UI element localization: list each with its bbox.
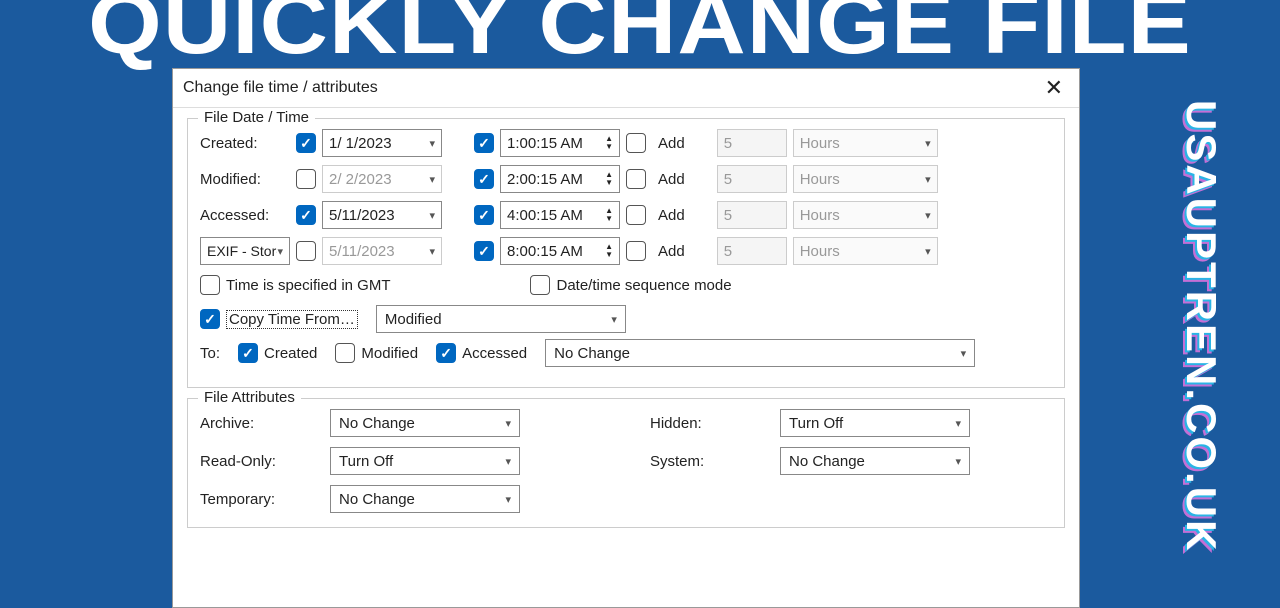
checkbox-modified-add[interactable] <box>626 169 646 189</box>
titlebar: Change file time / attributes ✕ <box>173 69 1079 108</box>
time-created[interactable]: 1:00:15 AM▲▼ <box>500 129 620 157</box>
label-add: Add <box>658 171 685 188</box>
group-label-datetime: File Date / Time <box>198 109 315 126</box>
row-flags: Time is specified in GMT Date/time seque… <box>200 275 1052 295</box>
label-to-modified: Modified <box>361 345 418 362</box>
num-accessed[interactable]: 5 <box>717 201 787 229</box>
checkbox-created-date[interactable] <box>296 133 316 153</box>
num-modified[interactable]: 5 <box>717 165 787 193</box>
checkbox-modified-time[interactable] <box>474 169 494 189</box>
checkbox-to-modified[interactable] <box>335 343 355 363</box>
row-to: To: Created Modified Accessed No Change▾ <box>200 339 1052 367</box>
date-modified[interactable]: 2/ 2/2023▾ <box>322 165 442 193</box>
exif-select[interactable]: EXIF - Stored Time▾ <box>200 237 290 265</box>
unit-exif[interactable]: Hours▾ <box>793 237 938 265</box>
chevron-down-icon: ▾ <box>925 209 931 222</box>
label-add: Add <box>658 243 685 260</box>
checkbox-to-created[interactable] <box>238 343 258 363</box>
label-temporary: Temporary: <box>200 491 330 508</box>
select-no-change[interactable]: No Change▾ <box>545 339 975 367</box>
checkbox-exif-date[interactable] <box>296 241 316 261</box>
row-modified: Modified: 2/ 2/2023▾ 2:00:15 AM▲▼ Add 5 … <box>200 165 1052 193</box>
label-add: Add <box>658 207 685 224</box>
brand-watermark: USAUPTREN.CO.UK <box>1177 100 1225 553</box>
label-add: Add <box>658 135 685 152</box>
label-system: System: <box>650 453 780 470</box>
checkbox-created-time[interactable] <box>474 133 494 153</box>
date-created[interactable]: 1/ 1/2023▾ <box>322 129 442 157</box>
chevron-down-icon: ▾ <box>955 417 961 430</box>
time-accessed[interactable]: 4:00:15 AM▲▼ <box>500 201 620 229</box>
select-archive[interactable]: No Change▾ <box>330 409 520 437</box>
label-accessed: Accessed: <box>200 207 290 224</box>
spinner-icon[interactable]: ▲▼ <box>605 171 613 187</box>
time-exif[interactable]: 8:00:15 AM▲▼ <box>500 237 620 265</box>
checkbox-gmt[interactable] <box>200 275 220 295</box>
time-modified[interactable]: 2:00:15 AM▲▼ <box>500 165 620 193</box>
spinner-icon[interactable]: ▲▼ <box>605 243 613 259</box>
checkbox-exif-time[interactable] <box>474 241 494 261</box>
label-created: Created: <box>200 135 290 152</box>
dialog-window: Change file time / attributes ✕ File Dat… <box>172 68 1080 608</box>
file-date-time-group: File Date / Time Created: 1/ 1/2023▾ 1:0… <box>187 118 1065 388</box>
select-copy-source[interactable]: Modified▾ <box>376 305 626 333</box>
label-gmt: Time is specified in GMT <box>226 277 390 294</box>
chevron-down-icon: ▾ <box>505 417 511 430</box>
chevron-down-icon: ▾ <box>277 245 283 258</box>
checkbox-modified-date[interactable] <box>296 169 316 189</box>
unit-created[interactable]: Hours▾ <box>793 129 938 157</box>
file-attributes-group: File Attributes Archive: No Change▾ Hidd… <box>187 398 1065 528</box>
select-hidden[interactable]: Turn Off▾ <box>780 409 970 437</box>
row-copy-from: Copy Time From… Modified▾ <box>200 305 1052 333</box>
label-to-accessed: Accessed <box>462 345 527 362</box>
checkbox-accessed-add[interactable] <box>626 205 646 225</box>
label-to: To: <box>200 345 220 362</box>
label-to-created: Created <box>264 345 317 362</box>
num-exif[interactable]: 5 <box>717 237 787 265</box>
close-icon[interactable]: ✕ <box>1039 75 1069 101</box>
chevron-down-icon: ▾ <box>505 455 511 468</box>
row-exif: EXIF - Stored Time▾ 5/11/2023▾ 8:00:15 A… <box>200 237 1052 265</box>
unit-accessed[interactable]: Hours▾ <box>793 201 938 229</box>
chevron-down-icon: ▾ <box>611 313 617 326</box>
group-label-attributes: File Attributes <box>198 389 301 406</box>
checkbox-to-accessed[interactable] <box>436 343 456 363</box>
chevron-down-icon: ▾ <box>925 173 931 186</box>
select-system[interactable]: No Change▾ <box>780 447 970 475</box>
unit-modified[interactable]: Hours▾ <box>793 165 938 193</box>
chevron-down-icon: ▾ <box>429 173 435 186</box>
chevron-down-icon: ▾ <box>429 209 435 222</box>
checkbox-accessed-date[interactable] <box>296 205 316 225</box>
checkbox-exif-add[interactable] <box>626 241 646 261</box>
chevron-down-icon: ▾ <box>429 245 435 258</box>
chevron-down-icon: ▾ <box>961 347 967 360</box>
label-readonly: Read-Only: <box>200 453 330 470</box>
label-hidden: Hidden: <box>650 415 780 432</box>
checkbox-copy-from[interactable] <box>200 309 220 329</box>
spinner-icon[interactable]: ▲▼ <box>605 135 613 151</box>
row-accessed: Accessed: 5/11/2023▾ 4:00:15 AM▲▼ Add 5 … <box>200 201 1052 229</box>
num-created[interactable]: 5 <box>717 129 787 157</box>
chevron-down-icon: ▾ <box>925 137 931 150</box>
chevron-down-icon: ▾ <box>505 493 511 506</box>
label-archive: Archive: <box>200 415 330 432</box>
date-exif[interactable]: 5/11/2023▾ <box>322 237 442 265</box>
row-created: Created: 1/ 1/2023▾ 1:00:15 AM▲▼ Add 5 H… <box>200 129 1052 157</box>
checkbox-accessed-time[interactable] <box>474 205 494 225</box>
label-copy-from[interactable]: Copy Time From… <box>226 310 358 329</box>
checkbox-created-add[interactable] <box>626 133 646 153</box>
label-sequence: Date/time sequence mode <box>556 277 731 294</box>
select-temporary[interactable]: No Change▾ <box>330 485 520 513</box>
dialog-title: Change file time / attributes <box>183 79 378 97</box>
checkbox-sequence[interactable] <box>530 275 550 295</box>
date-accessed[interactable]: 5/11/2023▾ <box>322 201 442 229</box>
chevron-down-icon: ▾ <box>955 455 961 468</box>
chevron-down-icon: ▾ <box>429 137 435 150</box>
spinner-icon[interactable]: ▲▼ <box>605 207 613 223</box>
select-readonly[interactable]: Turn Off▾ <box>330 447 520 475</box>
chevron-down-icon: ▾ <box>925 245 931 258</box>
label-modified: Modified: <box>200 171 290 188</box>
